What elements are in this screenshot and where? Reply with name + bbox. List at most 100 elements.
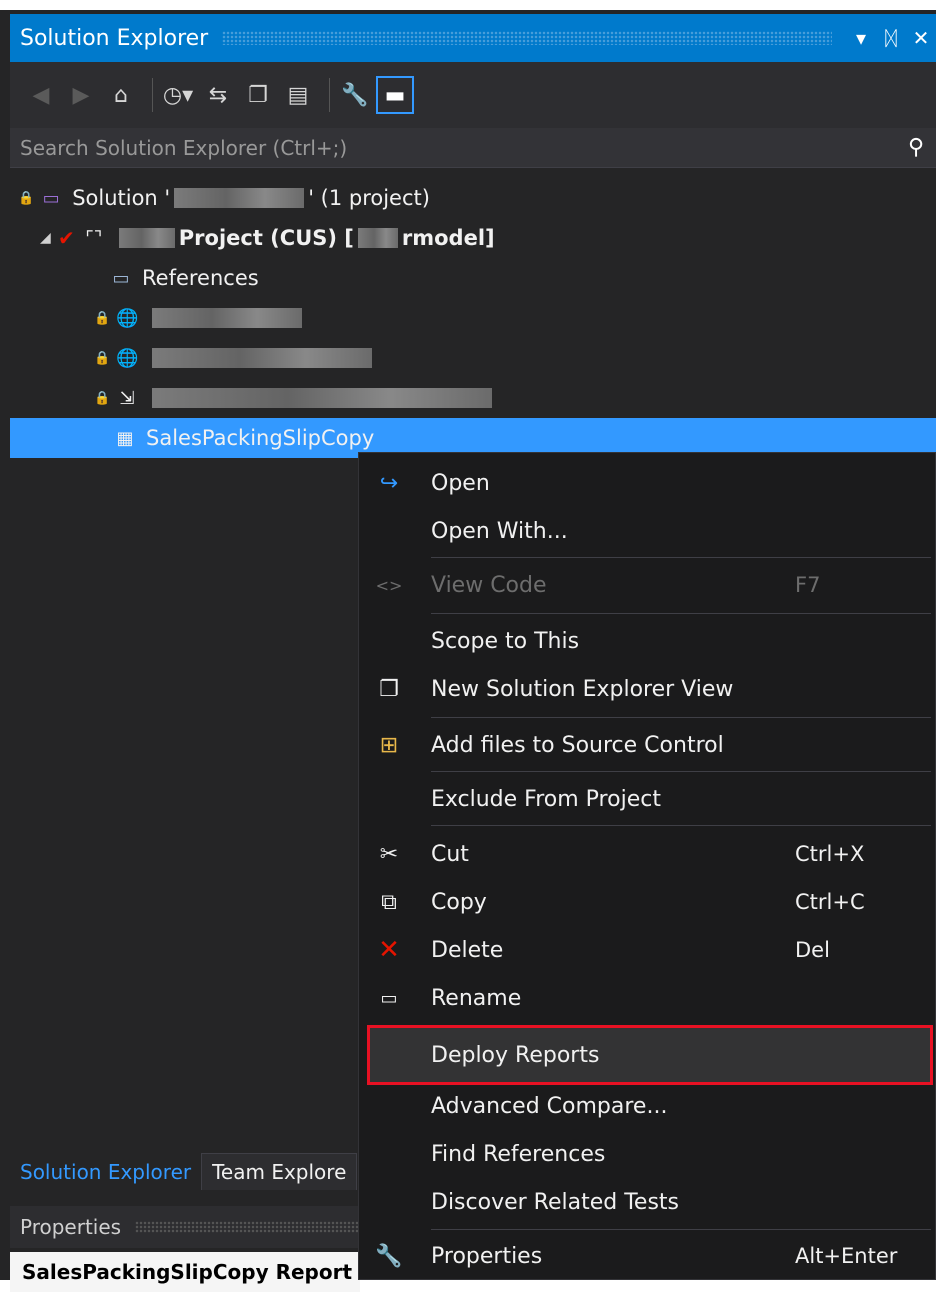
lock-icon: 🔒	[94, 310, 111, 326]
project-icon: ⌜⌝	[85, 227, 103, 249]
tree-item-redacted[interactable]: 🔒 ⇲	[10, 378, 936, 418]
menu-label: Find References	[431, 1141, 606, 1167]
lock-icon: 🔒	[18, 190, 35, 206]
dropdown-icon[interactable]: ▾	[846, 26, 876, 50]
menu-label: Rename	[431, 985, 522, 1011]
lock-icon: 🔒	[94, 390, 111, 406]
menu-label: Discover Related Tests	[431, 1189, 679, 1215]
menu-item-open-with[interactable]: Open With...	[359, 509, 935, 553]
menu-separator	[431, 825, 931, 826]
redacted-text	[174, 188, 305, 208]
menu-item-view-code[interactable]: <> View Code F7	[359, 563, 935, 607]
menu-item-add-to-source-control[interactable]: ⊞ Add files to Source Control	[359, 723, 935, 767]
sync-icon[interactable]: ⇆	[201, 78, 235, 112]
delete-icon: ✕	[378, 935, 400, 965]
forward-icon[interactable]: ▶	[64, 78, 98, 112]
redacted-text	[152, 388, 493, 408]
tree-item-redacted[interactable]: 🔒 🌐	[10, 298, 936, 338]
hierarchy-icon: ⇲	[119, 387, 135, 409]
menu-item-properties[interactable]: 🔧 Properties Alt+Enter	[359, 1233, 935, 1279]
tree-item-project[interactable]: ◢ ✔ ⌜⌝ Project (CUS) [ rmodel]	[10, 218, 936, 258]
menu-item-copy[interactable]: ⧉ Copy Ctrl+C	[359, 879, 935, 925]
menu-shortcut: Ctrl+X	[795, 842, 865, 866]
tree-item-redacted[interactable]: 🔒 🌐	[10, 338, 936, 378]
web-service-icon: 🌐	[115, 347, 139, 369]
selected-item-label: SalesPackingSlipCopy	[146, 426, 375, 450]
pin-icon[interactable]: ᛞ	[876, 26, 906, 50]
menu-item-deploy-reports[interactable]: Deploy Reports	[367, 1025, 933, 1085]
collapse-all-icon[interactable]: ❐	[241, 78, 275, 112]
menu-label: New Solution Explorer View	[431, 676, 734, 702]
menu-label: Deploy Reports	[431, 1042, 600, 1068]
pending-changes-icon[interactable]: ◷▾	[161, 78, 195, 112]
close-icon[interactable]: ✕	[906, 26, 936, 50]
solution-suffix: ' (1 project)	[308, 186, 430, 210]
bottom-tabs: Solution Explorer Team Explore	[10, 1146, 360, 1190]
menu-label: Advanced Compare...	[431, 1093, 668, 1119]
menu-separator	[431, 717, 931, 718]
menu-item-rename[interactable]: ▭ Rename	[359, 975, 935, 1021]
references-icon: ▭	[112, 267, 130, 289]
title-grip[interactable]	[222, 31, 832, 45]
menu-item-delete[interactable]: ✕ Delete Del	[359, 927, 935, 973]
report-icon: ▦	[116, 427, 134, 449]
redacted-text	[152, 308, 303, 328]
menu-item-open[interactable]: ↪ Open	[359, 461, 935, 505]
menu-label: Properties	[431, 1243, 543, 1269]
menu-separator	[431, 771, 931, 772]
tree-item-references[interactable]: ▭ References	[10, 258, 936, 298]
menu-label: Scope to This	[431, 628, 580, 654]
menu-label: Copy	[431, 889, 487, 915]
properties-object-selector[interactable]: SalesPackingSlipCopy Report F	[10, 1252, 360, 1292]
menu-separator	[431, 613, 931, 614]
globe-icon: 🌐	[115, 307, 139, 329]
add-source-control-icon: ⊞	[379, 732, 399, 758]
project-suffix: rmodel]	[401, 226, 495, 250]
properties-header: Properties	[10, 1206, 360, 1248]
top-strip	[0, 0, 936, 10]
tab-solution-explorer[interactable]: Solution Explorer	[10, 1154, 201, 1190]
menu-item-scope-to-this[interactable]: Scope to This	[359, 619, 935, 663]
menu-shortcut: Alt+Enter	[795, 1244, 898, 1268]
menu-label: Add files to Source Control	[431, 732, 724, 758]
menu-item-cut[interactable]: ✂ Cut Ctrl+X	[359, 831, 935, 877]
panel-title-bar: Solution Explorer ▾ ᛞ ✕	[10, 14, 936, 62]
menu-item-exclude-from-project[interactable]: Exclude From Project	[359, 777, 935, 821]
menu-shortcut: Ctrl+C	[795, 890, 865, 914]
menu-separator	[431, 1229, 931, 1230]
menu-item-advanced-compare[interactable]: Advanced Compare...	[359, 1083, 935, 1129]
menu-shortcut: Del	[795, 938, 830, 962]
menu-label: View Code	[431, 572, 547, 598]
properties-icon[interactable]: 🔧	[338, 78, 372, 112]
properties-object-name: SalesPackingSlipCopy Report F	[22, 1260, 360, 1284]
solution-explorer-toolbar: ◀ ▶ ⌂ ◷▾ ⇆ ❐ ▤ 🔧 ▬	[10, 62, 936, 128]
solution-tree: 🔒 ▭ Solution ' ' (1 project) ◢ ✔ ⌜⌝ Proj…	[10, 178, 936, 458]
tree-item-solution[interactable]: 🔒 ▭ Solution ' ' (1 project)	[10, 178, 936, 218]
search-icon[interactable]: ⚲	[896, 135, 936, 160]
menu-shortcut: F7	[795, 573, 821, 597]
toolbar-separator	[329, 78, 330, 112]
solution-explorer-panel: Solution Explorer ▾ ᛞ ✕ ◀ ▶ ⌂ ◷▾ ⇆ ❐ ▤ 🔧…	[0, 0, 936, 1292]
menu-label: Exclude From Project	[431, 786, 661, 812]
references-label: References	[142, 266, 259, 290]
show-all-files-icon[interactable]: ▤	[281, 78, 315, 112]
solution-icon: ▭	[42, 187, 60, 209]
panel-title: Solution Explorer	[20, 25, 209, 51]
redacted-text	[152, 348, 373, 368]
menu-item-discover-related-tests[interactable]: Discover Related Tests	[359, 1179, 935, 1225]
tab-team-explorer[interactable]: Team Explore	[201, 1153, 358, 1190]
menu-item-new-solution-explorer-view[interactable]: ❐ New Solution Explorer View	[359, 667, 935, 711]
toolbar-separator	[152, 78, 153, 112]
search-input[interactable]: Search Solution Explorer (Ctrl+;)	[20, 136, 896, 160]
open-icon: ↪	[379, 470, 399, 496]
menu-label: Open	[431, 470, 490, 496]
preview-icon[interactable]: ▬	[376, 76, 414, 114]
search-box[interactable]: Search Solution Explorer (Ctrl+;) ⚲	[10, 128, 936, 168]
copy-icon: ⧉	[381, 889, 397, 915]
properties-grip[interactable]	[135, 1221, 360, 1233]
expander-icon[interactable]: ◢	[40, 230, 58, 246]
home-icon[interactable]: ⌂	[104, 78, 138, 112]
checkmark-icon: ✔	[58, 226, 75, 250]
menu-item-find-references[interactable]: Find References	[359, 1131, 935, 1177]
back-icon[interactable]: ◀	[24, 78, 58, 112]
